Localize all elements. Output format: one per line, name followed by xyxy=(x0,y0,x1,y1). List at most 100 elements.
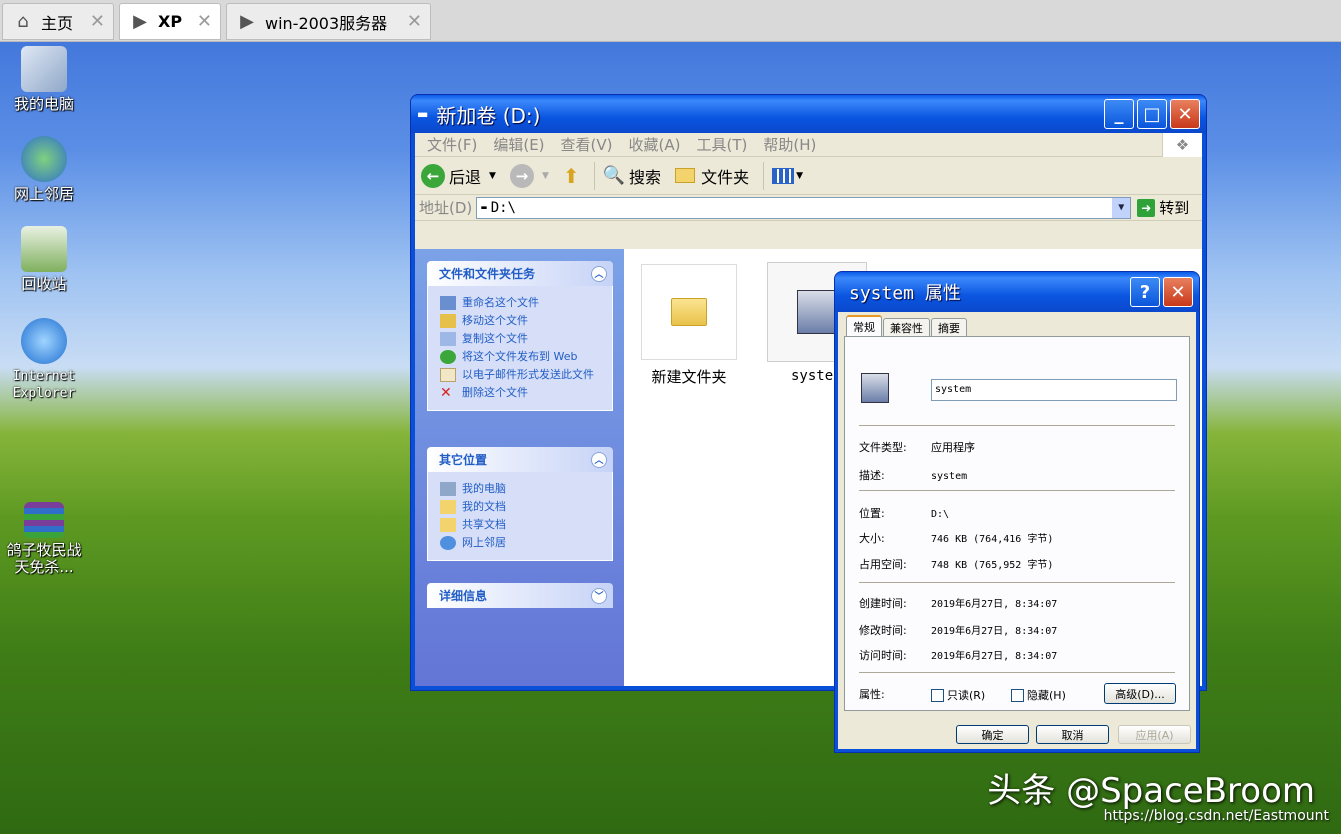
ie-icon xyxy=(21,318,67,364)
go-button[interactable]: ➜ 转到 xyxy=(1137,197,1189,218)
hidden-checkbox[interactable]: 隐藏(H) xyxy=(1011,687,1066,703)
desktop-icon-network[interactable]: 网上邻居 xyxy=(2,136,86,203)
place-network[interactable]: 网上邻居 xyxy=(440,536,604,550)
tab-compatibility[interactable]: 兼容性 xyxy=(883,318,930,336)
file-tasks-header[interactable]: 文件和文件夹任务 ︿ xyxy=(427,261,613,286)
menu-edit[interactable]: 编辑(E) xyxy=(493,134,544,155)
dialog-titlebar[interactable]: system 属性 ? ✕ xyxy=(835,272,1199,312)
created-value: 2019年6月27日, 8:34:07 xyxy=(931,599,1058,610)
host-tab-label: 主页 xyxy=(41,13,74,33)
close-icon[interactable]: ✕ xyxy=(197,11,212,32)
task-delete[interactable]: ✕ 删除这个文件 xyxy=(440,386,604,400)
details-header[interactable]: 详细信息 ﹀ xyxy=(427,583,613,608)
chevron-down-icon[interactable]: ▼ xyxy=(1112,197,1131,218)
menu-view[interactable]: 查看(V) xyxy=(561,134,613,155)
task-pane: 文件和文件夹任务 ︿ 重命名这个文件 移动这个文件 复制这个文件 将这个文件发布… xyxy=(415,249,624,686)
archive-icon xyxy=(24,502,64,538)
close-icon[interactable]: ✕ xyxy=(407,11,422,32)
desktop-icon-label: 回收站 xyxy=(21,275,67,293)
file-name: 新建文件夹 xyxy=(651,368,727,386)
task-label: 重命名这个文件 xyxy=(462,296,539,309)
desktop-icon-label: 网上邻居 xyxy=(13,185,74,203)
help-button[interactable]: ? xyxy=(1130,277,1160,307)
maximize-button[interactable]: □ xyxy=(1137,99,1167,129)
attributes-label: 属性: xyxy=(859,688,885,701)
host-tab-bar: ⌂ 主页 ✕ ▶ XP ✕ ▶ win-2003服务器 ✕ xyxy=(0,0,1341,42)
chevron-down-icon: ▼ xyxy=(796,170,803,181)
chevron-down-icon[interactable]: ▼ xyxy=(489,171,496,181)
forward-button[interactable]: → ▼ xyxy=(509,163,549,188)
application-icon xyxy=(797,290,837,334)
divider xyxy=(859,490,1175,491)
apply-button[interactable]: 应用(A) xyxy=(1118,725,1191,744)
menu-tools[interactable]: 工具(T) xyxy=(696,134,747,155)
size-on-disk-value: 748 KB (765,952 字节) xyxy=(931,560,1054,571)
folder-icon xyxy=(671,298,707,326)
desktop-icon-recycle-bin[interactable]: 回收站 xyxy=(2,226,86,293)
location-row: 位置: D:\ xyxy=(859,505,949,521)
task-email[interactable]: 以电子邮件形式发送此文件 xyxy=(440,368,604,382)
size-value: 746 KB (764,416 字节) xyxy=(931,534,1054,545)
created-row: 创建时间: 2019年6月27日, 8:34:07 xyxy=(859,595,1057,611)
toolbar: ← 后退 ▼ → ▼ ⬆ 🔍 搜索 文件夹 ▼ xyxy=(415,157,1202,195)
collapse-icon[interactable]: ︿ xyxy=(591,265,607,282)
place-shared-documents[interactable]: 共享文档 xyxy=(440,518,604,532)
minimize-button[interactable]: _ xyxy=(1104,99,1134,129)
divider xyxy=(859,425,1175,426)
field-label: 创建时间: xyxy=(859,597,907,610)
close-button[interactable]: ✕ xyxy=(1170,99,1200,129)
expand-icon[interactable]: ﹀ xyxy=(591,587,607,604)
close-icon[interactable]: ✕ xyxy=(90,11,105,32)
delete-icon: ✕ xyxy=(440,385,452,401)
search-button[interactable]: 🔍 搜索 xyxy=(603,164,661,188)
checkbox-label: 隐藏(H) xyxy=(1027,689,1066,702)
advanced-button[interactable]: 高级(D)... xyxy=(1104,683,1176,704)
field-label: 描述: xyxy=(859,469,885,482)
place-my-computer[interactable]: 我的电脑 xyxy=(440,482,604,496)
host-tab-xp[interactable]: ▶ XP ✕ xyxy=(119,3,221,40)
task-move[interactable]: 移动这个文件 xyxy=(440,314,604,328)
views-button[interactable]: ▼ xyxy=(772,167,803,184)
field-label: 占用空间: xyxy=(859,558,907,571)
other-places-header[interactable]: 其它位置 ︿ xyxy=(427,447,613,472)
collapse-icon[interactable]: ︿ xyxy=(591,451,607,468)
tab-summary[interactable]: 摘要 xyxy=(931,318,967,336)
explorer-titlebar[interactable]: ▬ 新加卷 (D:) _ □ ✕ xyxy=(411,95,1206,133)
close-button[interactable]: ✕ xyxy=(1163,277,1193,307)
tab-general[interactable]: 常规 xyxy=(846,315,882,336)
back-arrow-icon: ← xyxy=(421,163,445,188)
menu-file[interactable]: 文件(F) xyxy=(427,134,477,155)
cancel-button[interactable]: 取消 xyxy=(1036,725,1109,744)
desktop-icon-rar[interactable]: 鸽子牧民战天免杀... xyxy=(2,502,86,576)
place-my-documents[interactable]: 我的文档 xyxy=(440,500,604,514)
file-name-input[interactable]: system xyxy=(931,379,1177,401)
description-row: 描述: system xyxy=(859,467,967,483)
task-copy[interactable]: 复制这个文件 xyxy=(440,332,604,346)
folder-thumbnail xyxy=(641,264,737,360)
desktop-icon-label: 鸽子牧民战天免杀... xyxy=(6,541,82,576)
host-tab-home[interactable]: ⌂ 主页 ✕ xyxy=(2,3,114,40)
checkbox-box xyxy=(931,688,944,702)
task-label: 将这个文件发布到 Web xyxy=(462,350,578,363)
shared-folder-icon xyxy=(440,518,456,532)
folders-label: 文件夹 xyxy=(701,167,750,187)
task-rename[interactable]: 重命名这个文件 xyxy=(440,296,604,310)
desktop-icon-my-computer[interactable]: 我的电脑 xyxy=(2,46,86,113)
dialog-tabs: 常规 兼容性 摘要 xyxy=(846,315,968,336)
menu-help[interactable]: 帮助(H) xyxy=(763,134,816,155)
ok-button[interactable]: 确定 xyxy=(956,725,1029,744)
back-button[interactable]: ← 后退 ▼ xyxy=(421,163,496,188)
other-places-panel: 其它位置 ︿ 我的电脑 我的文档 共享文档 网上邻居 xyxy=(427,447,613,561)
folders-button[interactable]: 文件夹 xyxy=(675,164,749,188)
up-button[interactable]: ⬆ xyxy=(563,164,580,188)
readonly-checkbox[interactable]: 只读(R) xyxy=(931,687,985,703)
file-type-row: 文件类型: 应用程序 xyxy=(859,439,975,455)
task-publish-web[interactable]: 将这个文件发布到 Web xyxy=(440,350,604,364)
desktop-icon-ie[interactable]: Internet Explorer xyxy=(2,318,86,402)
address-input[interactable]: ▬ D:\ ▼ xyxy=(476,196,1132,219)
host-tab-win2003[interactable]: ▶ win-2003服务器 ✕ xyxy=(226,3,431,40)
file-item-new-folder[interactable]: 新建文件夹 xyxy=(641,264,737,387)
menu-favorites[interactable]: 收藏(A) xyxy=(629,134,681,155)
description-value: system xyxy=(931,471,968,482)
move-icon xyxy=(440,314,456,328)
